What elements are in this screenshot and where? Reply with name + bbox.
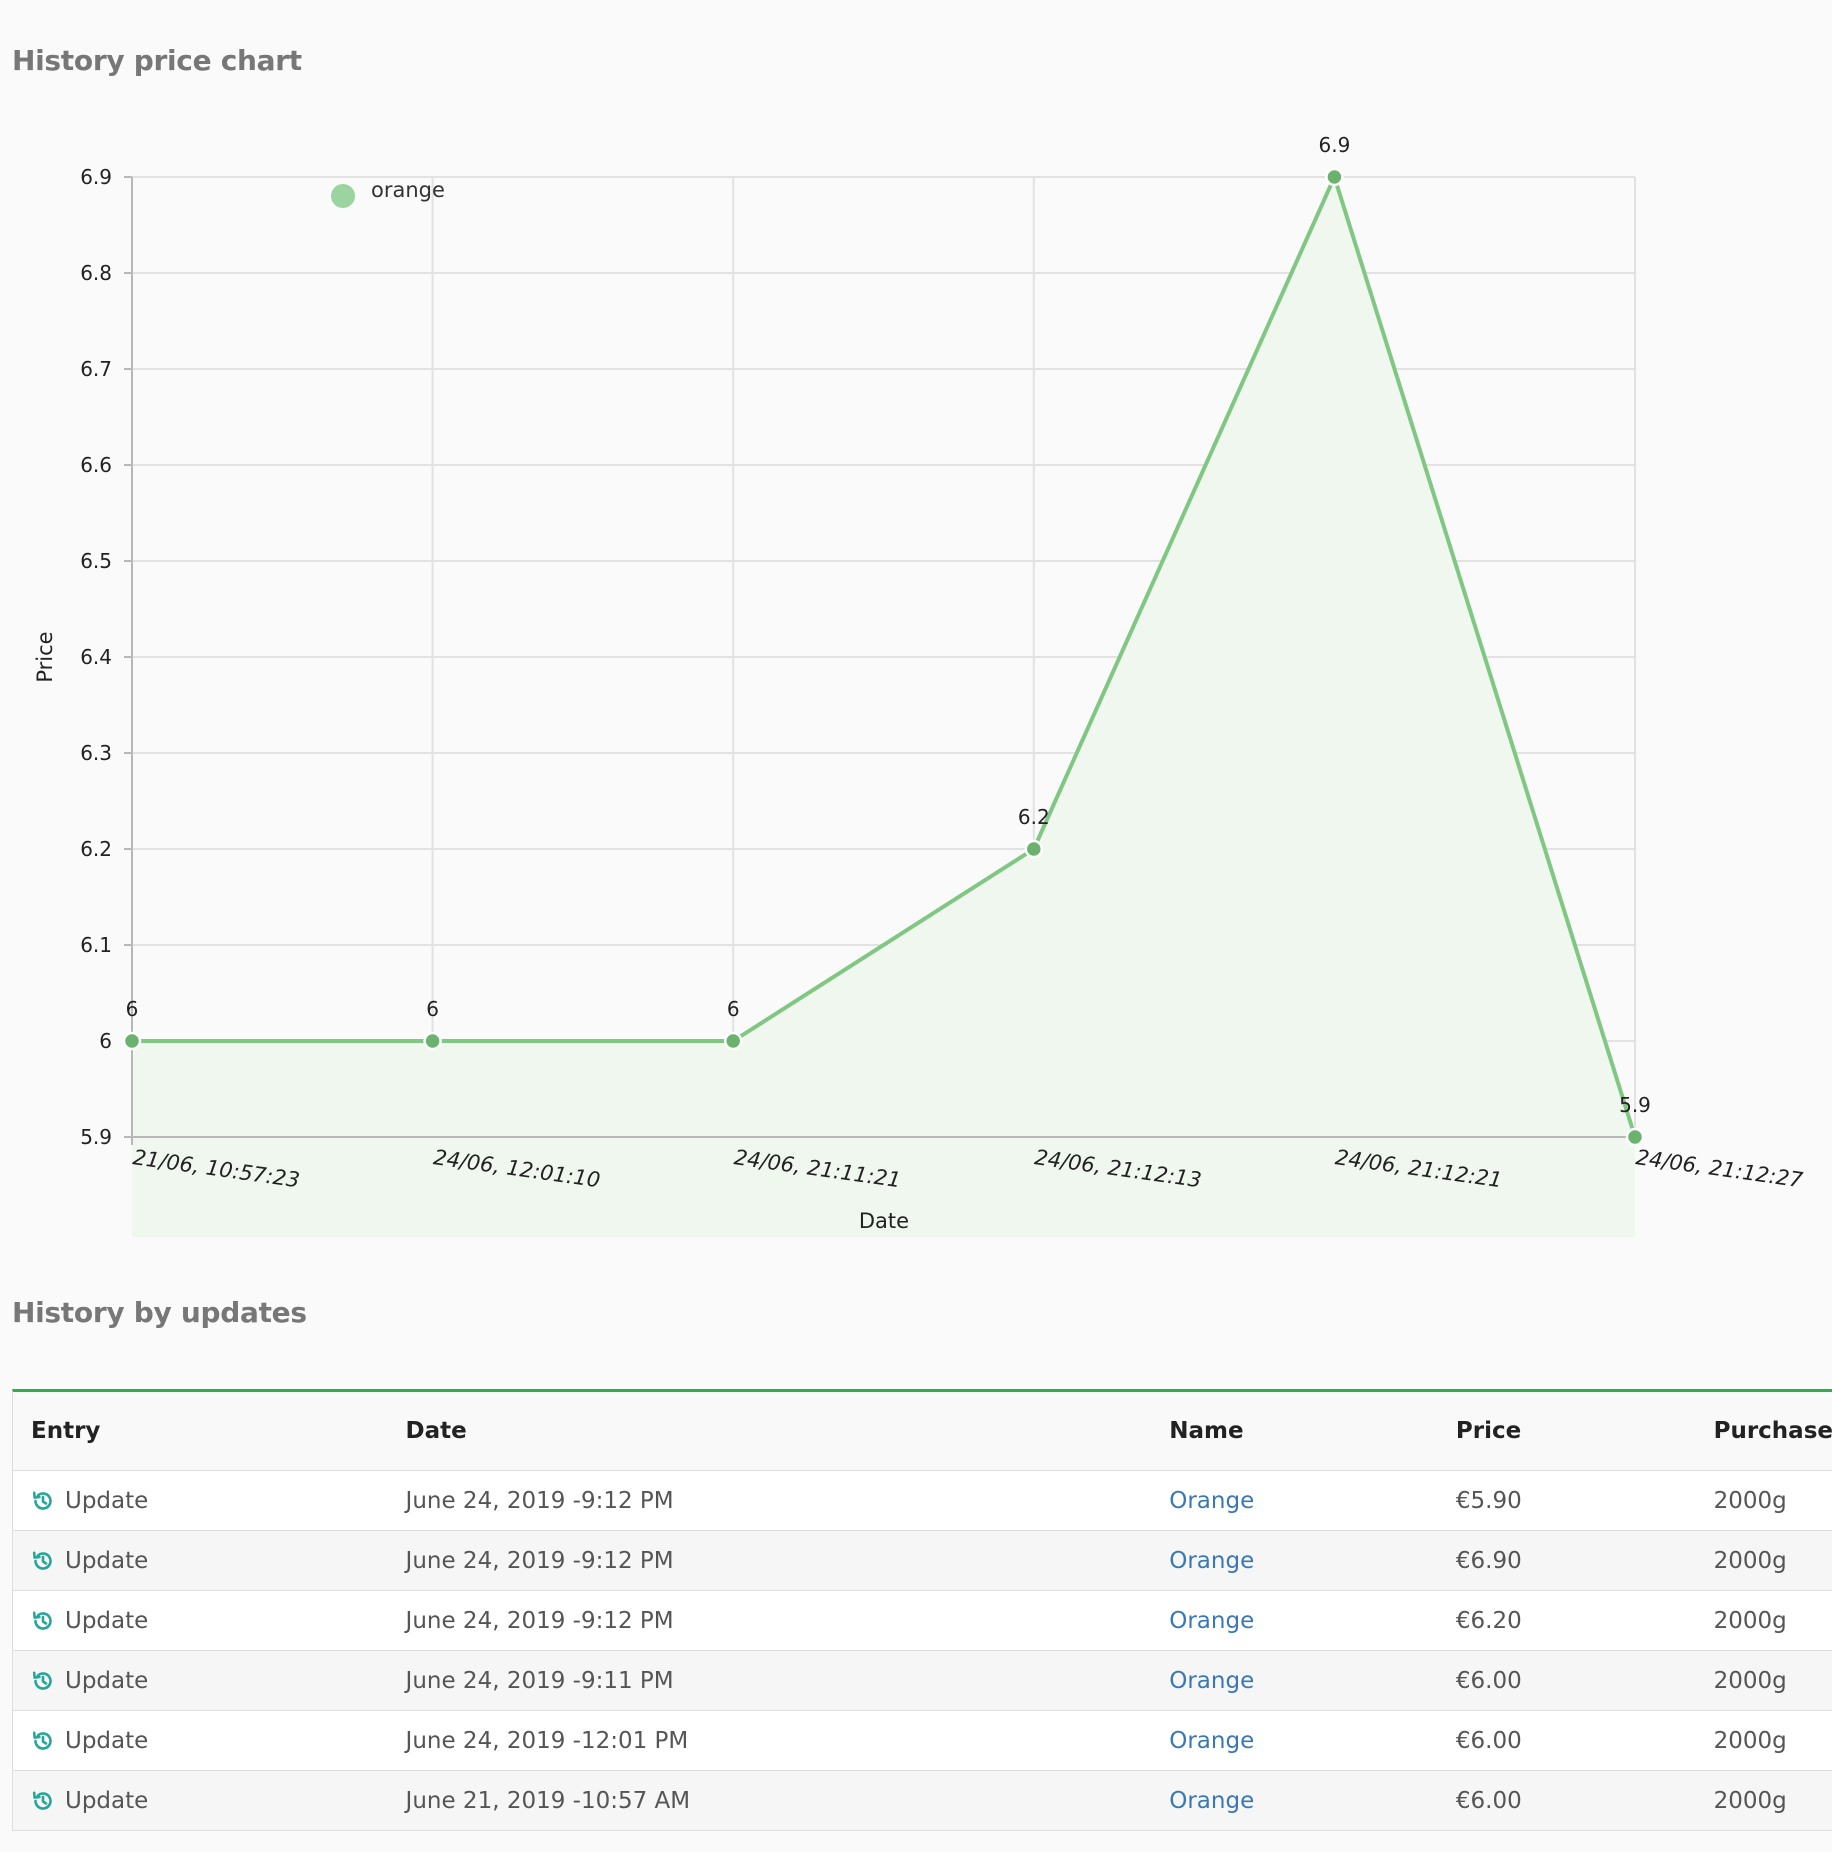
date-cell: June 24, 2019 -9:12 PM: [387, 1530, 1152, 1591]
name-cell: Orange: [1151, 1770, 1438, 1831]
y-tick-label: 6.1: [80, 933, 112, 957]
history-table-container: Entry Date Name Price Purchase Update Jun…: [12, 1389, 1832, 1831]
name-cell: Orange: [1151, 1710, 1438, 1771]
name-cell: Orange: [1151, 1650, 1438, 1711]
history-icon: [31, 1609, 55, 1633]
history-icon: [31, 1549, 55, 1573]
data-point: [1325, 167, 1344, 187]
y-tick-label: 6.9: [80, 165, 112, 189]
entry-label: Update: [65, 1667, 149, 1694]
entry-cell: Update: [13, 1590, 388, 1651]
entry-label: Update: [65, 1607, 149, 1634]
data-point: [122, 1031, 142, 1051]
x-tick-label: 24/06, 21:12:27: [1634, 1145, 1805, 1192]
name-cell: Orange: [1151, 1590, 1438, 1651]
y-tick-label: 6.4: [80, 645, 112, 669]
product-name-link[interactable]: Orange: [1169, 1788, 1254, 1814]
price-cell: €6.90: [1437, 1530, 1696, 1591]
entry-cell: Update: [13, 1770, 388, 1831]
entry-label: Update: [65, 1487, 149, 1514]
entry-cell: Update: [13, 1710, 388, 1771]
price-cell: €6.20: [1437, 1590, 1696, 1651]
column-header-date[interactable]: Date: [387, 1392, 1152, 1471]
legend-label-orange[interactable]: orange: [371, 178, 445, 202]
price-cell: €5.90: [1437, 1470, 1696, 1531]
entry-label: Update: [65, 1727, 149, 1754]
data-label: 6: [727, 997, 740, 1021]
purchase-cell: 2000g: [1695, 1710, 1832, 1771]
data-point: [423, 1031, 442, 1051]
data-label: 5.9: [1619, 1093, 1651, 1117]
date-cell: June 24, 2019 -9:12 PM: [387, 1590, 1152, 1651]
product-name-link[interactable]: Orange: [1169, 1608, 1254, 1634]
product-name-link[interactable]: Orange: [1169, 1668, 1254, 1694]
table-row: Update June 21, 2019 -10:57 AM Orange €6.00…: [13, 1770, 1832, 1831]
price-history-chart: 6 6 66.26.95.95.966.16.26.36.46.56.66.76.8…: [33, 133, 1805, 1237]
table-header-row: Entry Date Name Price Purchase: [13, 1392, 1832, 1471]
date-cell: June 24, 2019 -9:11 PM: [387, 1650, 1152, 1711]
history-icon: [31, 1729, 55, 1753]
date-cell: June 24, 2019 -12:01 PM: [387, 1710, 1152, 1771]
data-label: 6: [126, 997, 139, 1021]
date-cell: June 21, 2019 -10:57 AM: [387, 1770, 1152, 1831]
y-tick-label: 6.2: [80, 837, 112, 861]
column-header-purchase[interactable]: Purchase: [1695, 1392, 1832, 1471]
price-cell: €6.00: [1437, 1770, 1696, 1831]
entry-label: Update: [65, 1547, 149, 1574]
y-tick-label: 6.5: [80, 549, 112, 573]
data-point: [723, 1031, 743, 1051]
history-icon: [31, 1789, 55, 1813]
entry-cell: Update: [13, 1470, 388, 1531]
product-name-link[interactable]: Orange: [1169, 1728, 1254, 1754]
history-table-body: Update June 24, 2019 -9:12 PM Orange €5.90 2…: [13, 1470, 1832, 1831]
price-cell: €6.00: [1437, 1650, 1696, 1711]
purchase-cell: 2000g: [1695, 1590, 1832, 1651]
purchase-cell: 2000g: [1695, 1530, 1832, 1591]
history-icon: [31, 1489, 55, 1513]
product-name-link[interactable]: Orange: [1169, 1548, 1254, 1574]
chart-section-title: History price chart: [12, 44, 302, 77]
table-row: Update June 24, 2019 -9:12 PM Orange €6.90 2…: [13, 1530, 1832, 1591]
y-tick-label: 6.8: [80, 261, 112, 285]
data-point: [1625, 1127, 1645, 1147]
data-label: 6.9: [1318, 133, 1350, 157]
y-tick-label: 5.9: [80, 1125, 112, 1149]
product-name-link[interactable]: Orange: [1169, 1488, 1254, 1514]
table-row: Update June 24, 2019 -9:11 PM Orange €6.00 2…: [13, 1650, 1832, 1711]
table-row: Update June 24, 2019 -9:12 PM Orange €5.90 2…: [13, 1470, 1832, 1531]
data-label: 6.2: [1018, 805, 1050, 829]
table-row: Update June 24, 2019 -12:01 PM Orange €6.00…: [13, 1710, 1832, 1771]
date-cell: June 24, 2019 -9:12 PM: [387, 1470, 1152, 1531]
column-header-entry[interactable]: Entry: [13, 1392, 388, 1471]
entry-label: Update: [65, 1787, 149, 1814]
name-cell: Orange: [1151, 1470, 1438, 1531]
entry-cell: Update: [13, 1650, 388, 1711]
updates-section-title: History by updates: [12, 1296, 307, 1329]
table-row: Update June 24, 2019 -9:12 PM Orange €6.20 2…: [13, 1590, 1832, 1651]
name-cell: Orange: [1151, 1530, 1438, 1591]
y-tick-label: 6.7: [80, 357, 112, 381]
purchase-cell: 2000g: [1695, 1470, 1832, 1531]
history-table: Entry Date Name Price Purchase Update Jun…: [13, 1392, 1832, 1831]
purchase-cell: 2000g: [1695, 1770, 1832, 1831]
x-axis-title: Date: [859, 1209, 909, 1233]
column-header-price[interactable]: Price: [1437, 1392, 1696, 1471]
legend-marker-orange[interactable]: [331, 184, 355, 208]
y-tick-label: 6.3: [80, 741, 112, 765]
purchase-cell: 2000g: [1695, 1650, 1832, 1711]
y-tick-label: 6.6: [80, 453, 112, 477]
entry-cell: Update: [13, 1530, 388, 1591]
y-axis-title: Price: [33, 631, 57, 682]
series-area-orange: [132, 177, 1635, 1237]
data-point: [1024, 839, 1044, 859]
history-icon: [31, 1669, 55, 1693]
y-tick-label: 6: [99, 1029, 112, 1053]
data-label: 6: [426, 997, 439, 1021]
price-cell: €6.00: [1437, 1710, 1696, 1771]
column-header-name[interactable]: Name: [1151, 1392, 1438, 1471]
